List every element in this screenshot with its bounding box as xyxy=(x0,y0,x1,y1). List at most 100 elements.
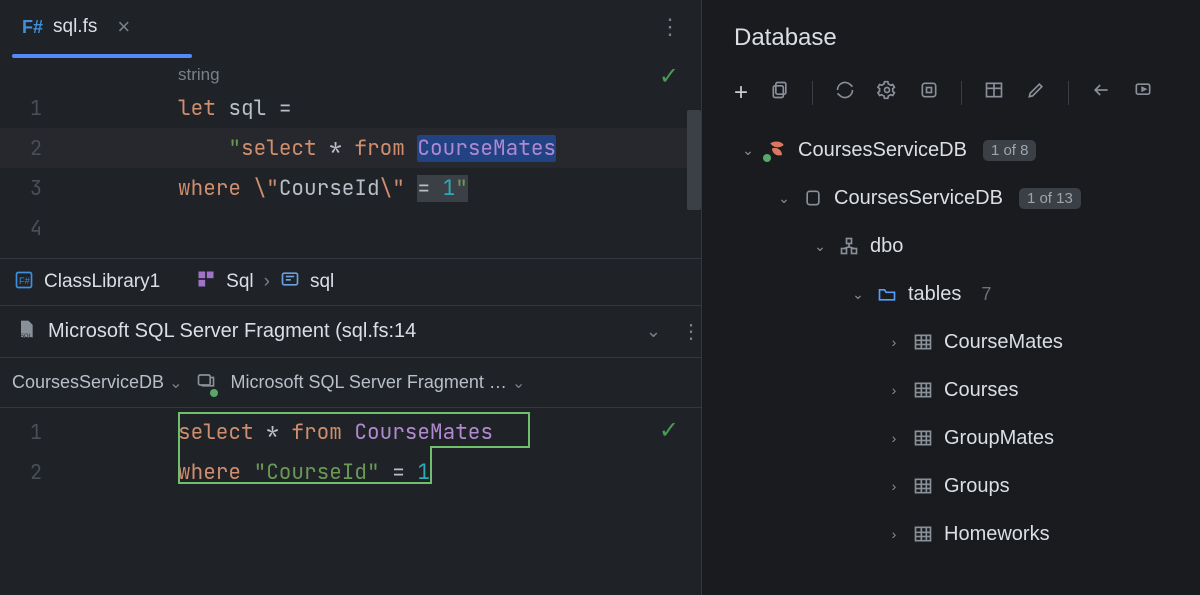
fsharp-icon: F# xyxy=(22,17,43,38)
chevron-right-icon: › xyxy=(886,382,902,398)
chevron-right-icon: › xyxy=(886,478,902,494)
tree-table[interactable]: ›Homeworks xyxy=(722,510,1200,558)
code-content: let sql = xyxy=(178,95,291,122)
tree-table[interactable]: › Courses xyxy=(722,366,1200,414)
code-line[interactable]: 1 select * from CourseMates xyxy=(0,412,701,452)
tree-label: dbo xyxy=(870,235,903,258)
tree-label: GroupMates xyxy=(944,427,1054,450)
gutter-line-number: 1 xyxy=(0,95,60,121)
tree-label: CoursesServiceDB xyxy=(834,187,1003,210)
code-line[interactable]: 2 where "CourseId" = 1 xyxy=(0,452,701,492)
breadcrumb-project[interactable]: ClassLibrary1 xyxy=(44,271,160,293)
tab-menu-icon[interactable]: ⋮ xyxy=(659,14,681,40)
gear-icon[interactable] xyxy=(877,80,897,106)
fsharp-project-icon: F# xyxy=(14,270,34,295)
stop-icon[interactable] xyxy=(919,80,939,106)
gutter-line-number: 4 xyxy=(0,215,60,241)
add-icon[interactable]: + xyxy=(734,79,748,107)
count-badge: 1 of 8 xyxy=(983,140,1037,161)
separator xyxy=(812,81,813,105)
chevron-down-icon[interactable]: ⌄ xyxy=(646,321,661,342)
tree-label: Homeworks xyxy=(944,523,1050,546)
dialect-selector[interactable]: Microsoft SQL Server Fragment … ⌄ xyxy=(230,372,525,393)
tab-bar: F# sql.fs × ⋮ xyxy=(0,0,701,54)
tab-filename: sql.fs xyxy=(53,16,97,38)
gutter-line-number: 2 xyxy=(0,459,60,485)
breadcrumb-module[interactable]: Sql xyxy=(226,271,253,293)
database-panel: Database + ⌄ xyxy=(702,0,1200,595)
session-icon xyxy=(196,370,216,395)
tree-label: CourseMates xyxy=(944,331,1063,354)
code-line[interactable]: 2 "select * from CourseMates xyxy=(0,128,701,168)
chevron-right-icon: › xyxy=(886,334,902,350)
close-icon[interactable]: × xyxy=(107,14,130,40)
breadcrumb-symbol[interactable]: sql xyxy=(310,271,334,293)
tree-label: Courses xyxy=(944,379,1018,402)
fragment-title[interactable]: Microsoft SQL Server Fragment (sql.fs:14 xyxy=(48,320,416,343)
fragment-menu-icon[interactable]: ⋮ xyxy=(681,319,701,344)
count-label: 7 xyxy=(981,284,991,305)
database-panel-title: Database xyxy=(702,0,1200,70)
tree-tables-folder[interactable]: ⌄ tables 7 xyxy=(722,270,1200,318)
separator xyxy=(1068,81,1069,105)
code-editor-top[interactable]: ✓ string 1 let sql = 2 "select * from Co… xyxy=(0,58,701,258)
table-icon xyxy=(912,428,934,448)
symbol-icon xyxy=(280,269,300,295)
gutter-line-number: 1 xyxy=(0,419,60,445)
folder-icon xyxy=(876,284,898,304)
code-content: "select * from CourseMates xyxy=(178,135,556,162)
breadcrumb: F# ClassLibrary1 Sql › sql xyxy=(0,258,701,306)
sql-console-toolbar: CoursesServiceDB ⌄ Microsoft SQL Server … xyxy=(0,358,701,408)
edit-icon[interactable] xyxy=(1026,80,1046,106)
duplicate-icon[interactable] xyxy=(770,80,790,106)
tree-table[interactable]: › GroupMates xyxy=(722,414,1200,462)
fragment-tab-header: SQL Microsoft SQL Server Fragment (sql.f… xyxy=(0,306,701,358)
tree-table[interactable]: › Groups xyxy=(722,462,1200,510)
code-content: where \"CourseId\" = 1" xyxy=(178,175,468,202)
inspection-ok-icon[interactable]: ✓ xyxy=(659,416,679,445)
table-icon xyxy=(912,332,934,352)
tree-datasource[interactable]: ⌄ CoursesServiceDB 1 of 8 xyxy=(722,126,1200,174)
chevron-right-icon: › xyxy=(264,271,270,293)
code-line[interactable]: 1 let sql = xyxy=(0,88,701,128)
table-icon xyxy=(912,524,934,544)
table-icon xyxy=(912,380,934,400)
chevron-down-icon: ⌄ xyxy=(740,142,756,159)
chevron-down-icon: ⌄ xyxy=(512,375,525,392)
tree-schema[interactable]: ⌄ dbo xyxy=(722,222,1200,270)
schema-icon xyxy=(838,236,860,256)
code-editor-bottom[interactable]: ✓ 1 select * from CourseMates 2 where "C… xyxy=(0,408,701,595)
svg-text:SQL: SQL xyxy=(20,333,32,339)
code-line[interactable]: 4 xyxy=(0,208,701,248)
code-content: where "CourseId" = 1 xyxy=(178,459,430,486)
sql-module-icon xyxy=(196,269,216,295)
inspection-ok-icon[interactable]: ✓ xyxy=(659,62,679,91)
gutter-line-number: 3 xyxy=(0,175,60,201)
run-icon[interactable] xyxy=(1133,80,1153,106)
chevron-down-icon: ⌄ xyxy=(812,238,828,255)
chevron-right-icon: › xyxy=(886,430,902,446)
tree-label: CoursesServiceDB xyxy=(798,139,967,162)
database-toolbar: + xyxy=(702,70,1200,116)
sql-file-icon: SQL xyxy=(16,319,36,345)
separator xyxy=(961,81,962,105)
count-badge: 1 of 13 xyxy=(1019,188,1081,209)
chevron-down-icon: ⌄ xyxy=(850,286,866,303)
editor-pane: F# sql.fs × ⋮ ✓ string 1 let sql = 2 "se… xyxy=(0,0,702,595)
tree-database[interactable]: ⌄ CoursesServiceDB 1 of 13 xyxy=(722,174,1200,222)
tab-sql-fs[interactable]: F# sql.fs × xyxy=(14,6,146,48)
database-icon xyxy=(802,188,824,208)
refresh-icon[interactable] xyxy=(835,80,855,106)
scrollbar[interactable] xyxy=(687,110,701,210)
tree-label: Groups xyxy=(944,475,1010,498)
chevron-down-icon: ⌄ xyxy=(776,190,792,207)
jump-icon[interactable] xyxy=(1091,80,1111,106)
chevron-down-icon: ⌄ xyxy=(169,375,182,392)
sqlserver-icon xyxy=(766,140,788,160)
code-line[interactable]: 3 where \"CourseId\" = 1" xyxy=(0,168,701,208)
database-tree: ⌄ CoursesServiceDB 1 of 8 ⌄ CoursesServi… xyxy=(702,116,1200,558)
gutter-line-number: 2 xyxy=(0,135,60,161)
datasource-selector[interactable]: CoursesServiceDB ⌄ xyxy=(12,372,182,393)
table-view-icon[interactable] xyxy=(984,80,1004,106)
tree-table[interactable]: › CourseMates xyxy=(722,318,1200,366)
